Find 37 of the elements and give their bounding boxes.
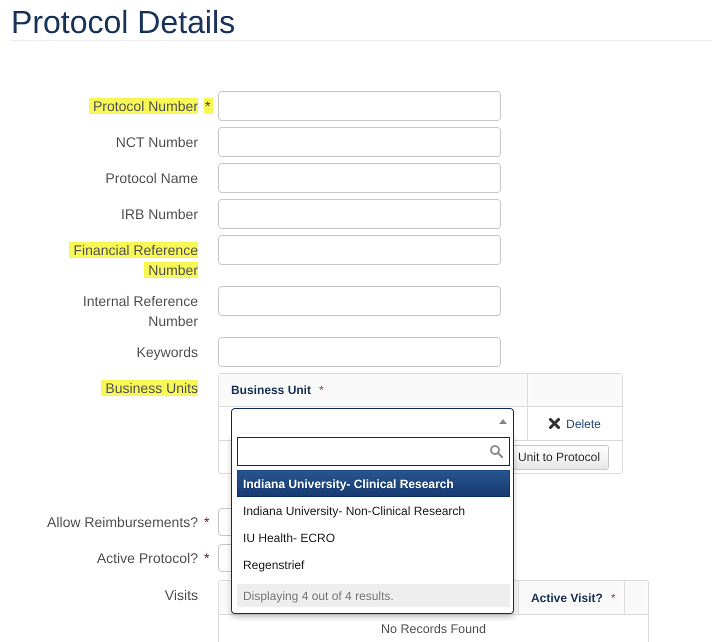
- required-mark: *: [610, 590, 616, 606]
- field-label: Keywords: [136, 343, 198, 362]
- dropdown-option[interactable]: Indiana University- Clinical Research: [237, 470, 510, 497]
- required-mark: *: [204, 514, 210, 530]
- results-status: Displaying 4 out of 4 results.: [237, 584, 510, 607]
- empty-message: No Records Found: [381, 620, 486, 638]
- field-label: Visits: [164, 586, 198, 605]
- column-header: Active Visit?: [531, 590, 603, 606]
- text-input[interactable]: [218, 286, 501, 316]
- text-input[interactable]: [218, 127, 501, 157]
- page-title: Protocol Details: [11, 4, 236, 40]
- search-icon: [490, 445, 503, 458]
- x-icon: [549, 418, 560, 429]
- text-input[interactable]: [218, 91, 501, 121]
- text-input[interactable]: [218, 337, 501, 367]
- field-label: IRB Number: [120, 205, 198, 224]
- dropdown-option[interactable]: IU Health- ECRO: [237, 524, 510, 551]
- dropdown-option[interactable]: Regenstrief: [237, 551, 510, 578]
- text-input[interactable]: [218, 199, 501, 229]
- text-input[interactable]: [218, 163, 501, 193]
- field-label: Internal Reference Number: [82, 292, 198, 331]
- search-field[interactable]: [237, 437, 510, 466]
- field-label: Protocol Number: [88, 96, 198, 116]
- text-input[interactable]: [218, 235, 501, 265]
- required-mark: *: [204, 550, 210, 566]
- dropdown-option[interactable]: Indiana University- Non-Clinical Research: [237, 497, 510, 524]
- field-label: Active Protocol?: [96, 549, 198, 568]
- field-label: Business Units: [101, 378, 198, 398]
- field-label: NCT Number: [116, 133, 198, 152]
- column-header: Business Unit: [231, 382, 312, 399]
- field-label: Protocol Name: [105, 169, 198, 188]
- field-label: Allow Reimbursements?: [47, 513, 198, 532]
- delete-link[interactable]: Delete: [549, 414, 601, 432]
- required-mark: *: [319, 382, 324, 399]
- business-unit-select[interactable]: [231, 408, 514, 434]
- caret-up-icon: [499, 419, 507, 424]
- required-mark: *: [204, 98, 214, 114]
